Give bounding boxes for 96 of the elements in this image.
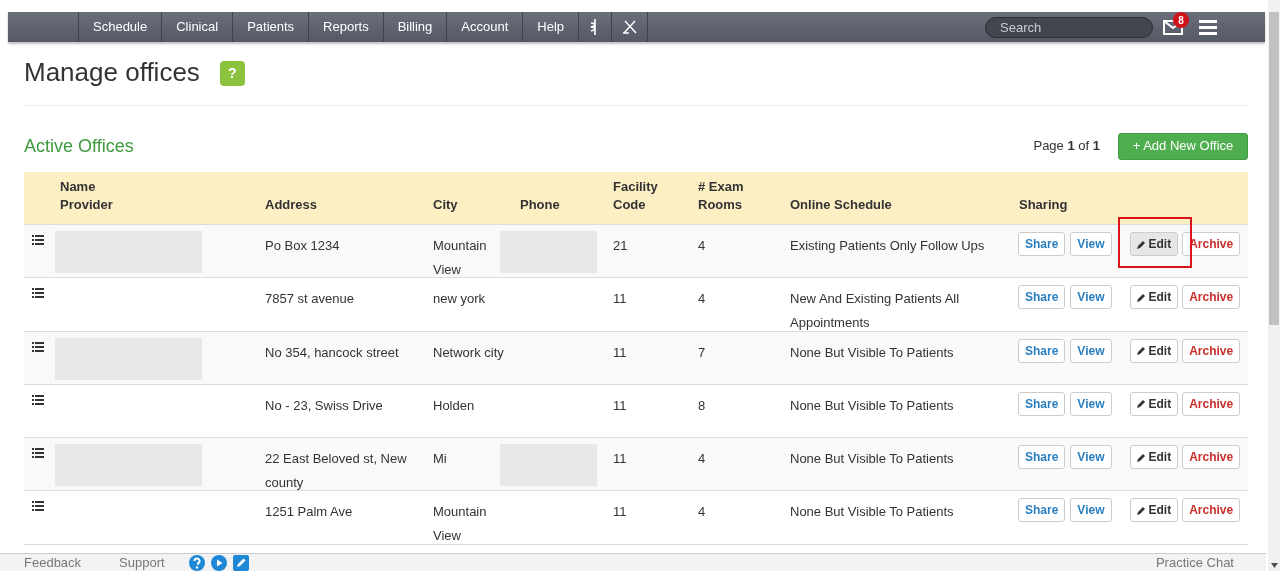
view-button[interactable]: View bbox=[1070, 232, 1112, 256]
search-field[interactable]: Search bbox=[985, 16, 1153, 38]
list-icon[interactable] bbox=[32, 288, 44, 299]
column-header: City bbox=[433, 196, 458, 214]
online-schedule-text: None But Visible To Patients bbox=[790, 451, 954, 467]
online-schedule-text: None But Visible To Patients bbox=[790, 504, 954, 520]
page-title: Manage offices bbox=[24, 55, 200, 89]
share-button[interactable]: Share bbox=[1018, 391, 1066, 416]
online-schedule-text: Existing Patients Only Follow Ups bbox=[790, 238, 985, 253]
archive-button[interactable]: Archive bbox=[1182, 391, 1241, 416]
list-icon[interactable] bbox=[32, 341, 44, 352]
pencil-icon bbox=[1136, 292, 1146, 302]
list-icon[interactable] bbox=[32, 448, 44, 459]
page-indicator: Page 1 of 1 bbox=[1033, 137, 1100, 156]
share-button[interactable]: Share bbox=[1018, 285, 1066, 310]
column-header: # Exam Rooms bbox=[698, 178, 744, 214]
nav-tab[interactable]: Billing bbox=[383, 12, 448, 42]
online-schedule-text: New And Existing Patients All Appointments bbox=[790, 291, 960, 331]
nav-tab[interactable]: Account bbox=[447, 12, 524, 42]
view-button[interactable]: View bbox=[1070, 445, 1112, 470]
column-header: Online Schedule bbox=[790, 196, 892, 214]
edit-button[interactable]: Edit bbox=[1129, 338, 1179, 363]
city-text: Mi bbox=[433, 451, 447, 467]
scrollbar[interactable] bbox=[1268, 0, 1280, 571]
list-icon[interactable] bbox=[32, 394, 44, 405]
archive-button[interactable]: Archive bbox=[1182, 445, 1241, 470]
column-header: Name Provider bbox=[60, 178, 113, 214]
online-schedule-text: None But Visible To Patients bbox=[790, 344, 954, 360]
share-button[interactable]: Share bbox=[1018, 445, 1066, 470]
address-text: No 354, hancock street bbox=[265, 344, 399, 360]
exam-rooms-text: 4 bbox=[698, 504, 706, 520]
nav-tab[interactable]: Schedule bbox=[79, 12, 163, 42]
facility-code-text: 21 bbox=[613, 238, 628, 253]
section-title: Active Offices bbox=[24, 134, 134, 158]
exam-rooms-text: 8 bbox=[698, 397, 706, 413]
edit-button[interactable]: Edit bbox=[1129, 285, 1179, 310]
edit-button[interactable]: Edit bbox=[1129, 391, 1179, 416]
view-button[interactable]: View bbox=[1070, 285, 1112, 310]
share-button[interactable]: Share bbox=[1018, 232, 1066, 256]
menu-icon[interactable] bbox=[1199, 19, 1217, 35]
view-button[interactable]: View bbox=[1070, 498, 1112, 523]
exam-rooms-text: 4 bbox=[698, 451, 706, 467]
city-text: new york bbox=[433, 291, 486, 307]
list-icon[interactable] bbox=[32, 501, 44, 512]
scrollbar-thumb[interactable] bbox=[1269, 12, 1279, 325]
facility-code-text: 11 bbox=[613, 397, 627, 413]
pencil-icon bbox=[1136, 346, 1146, 356]
view-button[interactable]: View bbox=[1070, 391, 1112, 416]
edit-button[interactable]: Edit bbox=[1129, 232, 1179, 256]
practice-chat-link[interactable]: Practice Chat bbox=[1155, 552, 1234, 571]
city-text: Mountain View bbox=[433, 504, 487, 544]
notification-badge: 8 bbox=[1173, 12, 1189, 28]
address-text: 1251 Palm Ave bbox=[265, 504, 353, 520]
view-button[interactable]: View bbox=[1070, 338, 1112, 363]
support-link[interactable]: Support bbox=[119, 552, 165, 571]
facility-code-text: 11 bbox=[613, 504, 627, 520]
column-header: Address bbox=[265, 196, 318, 214]
scroll-down-icon[interactable] bbox=[1270, 563, 1278, 568]
facility-code-text: 11 bbox=[613, 291, 627, 307]
pencil-icon bbox=[1136, 506, 1146, 515]
nav-tab[interactable]: Patients bbox=[233, 12, 310, 42]
exam-rooms-text: 4 bbox=[698, 238, 706, 253]
crossed-tools-icon[interactable] bbox=[622, 20, 637, 34]
city-text: Holden bbox=[433, 397, 475, 413]
nav-tab[interactable]: Reports bbox=[309, 12, 384, 42]
online-schedule-text: None But Visible To Patients bbox=[790, 397, 954, 413]
archive-button[interactable]: Archive bbox=[1182, 498, 1241, 523]
add-office-button[interactable]: + Add New Office bbox=[1118, 132, 1248, 160]
archive-button[interactable]: Archive bbox=[1182, 285, 1241, 310]
facility-code-text: 11 bbox=[613, 451, 627, 467]
play-icon[interactable] bbox=[210, 554, 227, 571]
column-header: Facility Code bbox=[613, 178, 658, 214]
exam-rooms-text: 4 bbox=[698, 291, 706, 307]
column-header: Phone bbox=[520, 196, 560, 214]
address-text: No - 23, Swiss Drive bbox=[265, 397, 383, 413]
exam-rooms-text: 7 bbox=[698, 344, 706, 360]
address-text: 7857 st avenue bbox=[265, 291, 354, 307]
pencil-icon bbox=[1136, 239, 1146, 249]
edit-button[interactable]: Edit bbox=[1129, 445, 1179, 470]
share-button[interactable]: Share bbox=[1018, 498, 1066, 523]
facility-code-text: 11 bbox=[613, 344, 627, 360]
help-icon[interactable] bbox=[188, 554, 205, 571]
address-text: Po Box 1234 bbox=[265, 238, 340, 253]
feedback-link[interactable]: Feedback bbox=[24, 552, 82, 571]
address-text: 22 East Beloved st, New county bbox=[265, 451, 407, 491]
column-header: Sharing bbox=[1019, 196, 1068, 214]
archive-button[interactable]: Archive bbox=[1182, 338, 1241, 363]
list-icon[interactable] bbox=[32, 235, 44, 245]
nav-tab[interactable]: Help bbox=[523, 12, 580, 42]
nav-tab[interactable]: Clinical bbox=[162, 12, 234, 42]
edit-button[interactable]: Edit bbox=[1129, 498, 1179, 523]
city-text: Network city bbox=[433, 344, 504, 360]
share-button[interactable]: Share bbox=[1018, 338, 1066, 363]
pencil-icon bbox=[1136, 399, 1146, 409]
pencil-icon bbox=[1136, 452, 1146, 462]
edit-icon[interactable] bbox=[232, 554, 249, 571]
